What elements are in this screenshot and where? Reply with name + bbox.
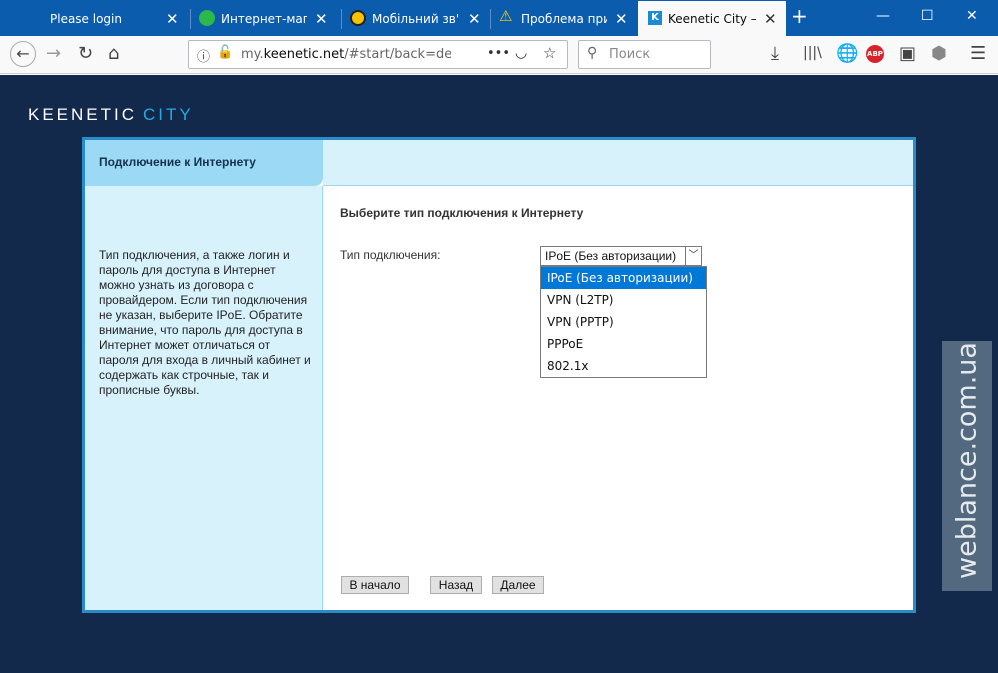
bookmark-star-icon[interactable]: ☆ <box>543 44 556 62</box>
reload-icon[interactable]: ↻ <box>78 43 93 64</box>
chevron-down-icon[interactable]: ﹀ <box>685 247 701 265</box>
tab-keenetic-active[interactable]: K Keenetic City – M ✕ <box>638 1 786 36</box>
warning-icon: ⚠ <box>499 7 513 25</box>
tab-internet-shop[interactable]: Интернет-магазин ✕ <box>191 4 341 34</box>
connection-type-dropdown: IPoE (Без авторизации) VPN (L2TP) VPN (P… <box>540 266 707 378</box>
tab-problem[interactable]: ⚠ Проблема при з ✕ <box>491 4 637 34</box>
green-smiley-icon <box>199 10 215 26</box>
close-tab-icon[interactable]: ✕ <box>315 10 328 28</box>
info-icon[interactable]: ⓘ <box>197 46 210 65</box>
close-tab-icon[interactable]: ✕ <box>468 10 481 28</box>
tab-please-login[interactable]: Please login ✕ <box>38 4 190 34</box>
shield-icon[interactable]: ⬢ <box>931 43 947 64</box>
help-sidebar: Тип подключения, а также логин и пароль … <box>85 186 323 610</box>
search-bar[interactable]: ⚲ Поиск <box>578 40 711 69</box>
tab-title: Интернет-магазин <box>221 12 307 26</box>
url-text[interactable]: my.keenetic.net/#start/back=detec <box>241 47 451 62</box>
start-button[interactable]: В начало <box>341 576 409 594</box>
option-vpn-pptp[interactable]: VPN (PPTP) <box>541 311 706 333</box>
option-8021x[interactable]: 802.1x <box>541 355 706 377</box>
navigation-toolbar: ← → ↻ ⌂ ⓘ 🔓 my.keenetic.net/#start/back=… <box>0 36 998 74</box>
option-pppoe[interactable]: PPPoE <box>541 333 706 355</box>
tab-title: Please login <box>50 12 122 26</box>
tab-title: Проблема при з <box>521 12 607 26</box>
connection-type-label: Тип подключения: <box>340 248 441 262</box>
insecure-lock-icon[interactable]: 🔓 <box>217 45 233 60</box>
keenetic-logo: KEENETIC CITY <box>28 105 194 124</box>
maximize-button[interactable]: ☐ <box>921 8 934 24</box>
connection-type-select[interactable]: IPoE (Без авторизации) ﹀ <box>540 246 702 266</box>
help-text: Тип подключения, а также логин и пароль … <box>99 248 311 397</box>
home-icon[interactable]: ⌂ <box>108 43 119 64</box>
next-button[interactable]: Далее <box>492 576 544 594</box>
content-title: Выберите тип подключения к Интернету <box>340 206 584 220</box>
menu-icon[interactable]: ☰ <box>970 43 986 64</box>
download-icon[interactable]: ⤓ <box>771 43 779 64</box>
page-actions-icon[interactable]: ••• <box>487 46 510 61</box>
router-page: KEENETIC CITY Подключение к Интернету Тип… <box>0 75 998 673</box>
reader-view-icon[interactable]: ▣ <box>899 43 916 64</box>
new-tab-button[interactable]: + <box>791 4 808 28</box>
wizard-header-bar <box>323 140 913 186</box>
wizard-step-header: Подключение к Интернету <box>85 140 323 186</box>
yellow-swirl-icon <box>350 10 366 26</box>
keenetic-k-icon: K <box>648 11 662 25</box>
minimize-button[interactable]: — <box>876 8 890 24</box>
url-bar[interactable]: ⓘ 🔓 my.keenetic.net/#start/back=detec ••… <box>188 40 568 69</box>
tab-mobile[interactable]: Мобільний зв'язок ✕ <box>342 4 490 34</box>
selected-value: IPoE (Без авторизации) <box>545 249 677 263</box>
option-ipoe[interactable]: IPoE (Без авторизации) <box>541 267 706 289</box>
wizard-panel: Подключение к Интернету Тип подключения,… <box>82 137 916 613</box>
close-window-button[interactable]: ✕ <box>966 8 978 24</box>
close-tab-icon[interactable]: ✕ <box>615 10 628 28</box>
adblock-icon[interactable]: ABP <box>866 45 884 63</box>
tab-title: Мобільний зв'язок <box>372 12 460 26</box>
translate-icon[interactable]: 🌐 <box>836 43 858 64</box>
library-icon[interactable]: |||\ <box>803 45 822 61</box>
option-vpn-l2tp[interactable]: VPN (L2TP) <box>541 289 706 311</box>
back-icon[interactable]: ← <box>10 41 36 67</box>
tab-bar: Please login ✕ Интернет-магазин ✕ Мобіль… <box>0 0 998 36</box>
search-icon: ⚲ <box>587 45 598 61</box>
tab-title: Keenetic City – M <box>668 12 756 26</box>
forward-icon[interactable]: → <box>46 43 61 64</box>
close-tab-icon[interactable]: ✕ <box>166 10 179 28</box>
search-input[interactable]: Поиск <box>609 47 650 62</box>
close-tab-icon[interactable]: ✕ <box>764 10 777 28</box>
watermark: weblance.com.ua <box>942 341 992 591</box>
back-button[interactable]: Назад <box>430 576 482 594</box>
pocket-icon[interactable]: ◡ <box>515 45 527 61</box>
